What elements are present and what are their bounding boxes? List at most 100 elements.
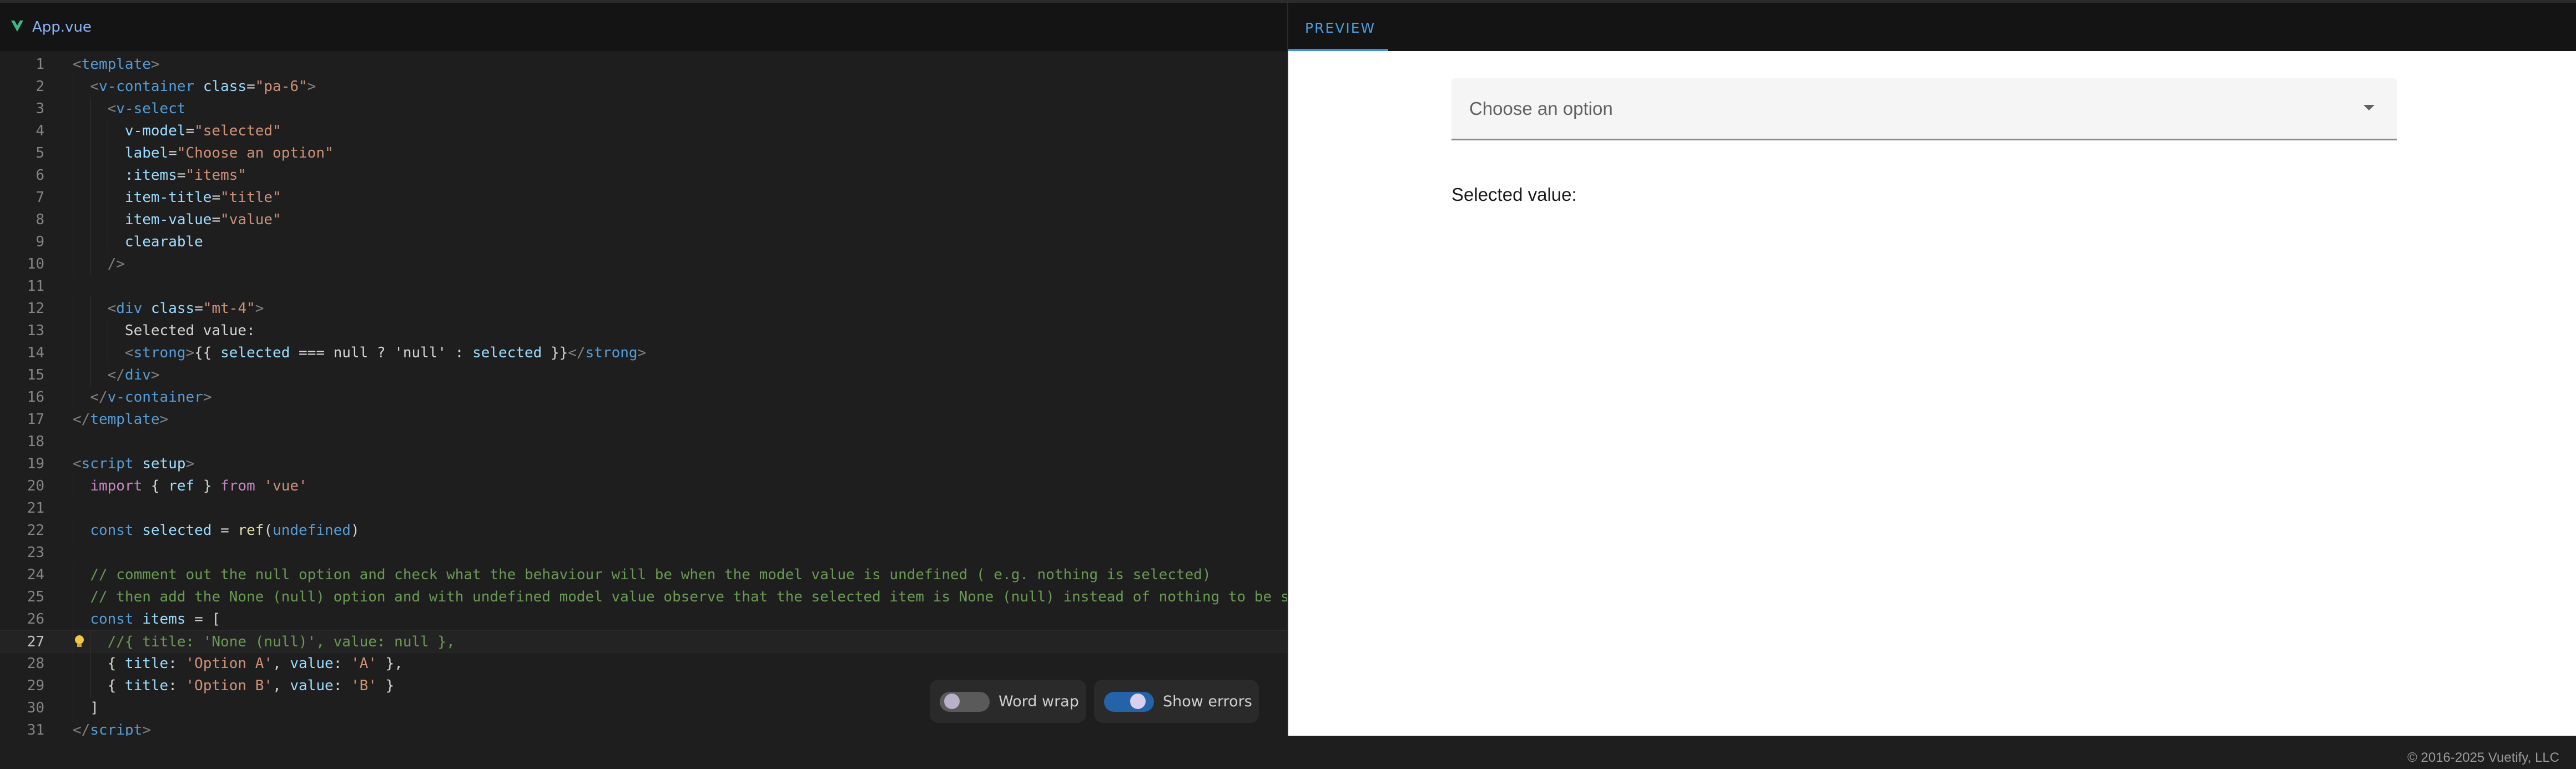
code-line[interactable]: 5 label="Choose an option" <box>0 142 1287 164</box>
line-number: 8 <box>36 211 44 228</box>
word-wrap-toggle[interactable]: Word wrap <box>930 680 1086 723</box>
code-line[interactable]: 8 item-value="value" <box>0 209 1287 231</box>
code-line[interactable]: 11 <box>0 275 1287 297</box>
code-line[interactable]: 10 /> <box>0 253 1287 275</box>
show-errors-toggle[interactable]: Show errors <box>1094 680 1259 723</box>
code-content: <script setup> <box>73 456 195 472</box>
line-number: 16 <box>27 389 44 406</box>
code-content: </v-container> <box>90 389 212 406</box>
code-content: <strong>{{ selected === null ? 'null' : … <box>124 345 647 361</box>
tab-app-vue[interactable]: App.vue <box>0 3 105 51</box>
code-area[interactable]: 1 <template> 2 <v-container class="pa-6"> 3… <box>0 51 1289 738</box>
line-number: 10 <box>27 256 44 272</box>
code-content: import { ref } from 'vue' <box>90 478 307 494</box>
editor-tab-bar: App.vue <box>0 3 1287 51</box>
code-content: clearable <box>124 234 203 250</box>
code-content: const selected = ref(undefined) <box>90 522 360 539</box>
code-line[interactable]: 14 <strong>{{ selected === null ? 'null'… <box>0 342 1287 364</box>
code-content: ] <box>73 700 99 716</box>
line-number: 24 <box>27 566 44 583</box>
code-line[interactable]: 25 // then add the None (null) option an… <box>0 586 1289 608</box>
code-content: // then add the None (null) option and w… <box>90 589 1289 605</box>
code-content: item-title="title" <box>124 189 281 206</box>
line-number: 2 <box>36 78 44 95</box>
line-number: 1 <box>36 56 44 73</box>
selected-value-label: Selected value: <box>1451 184 1577 205</box>
vue-file-icon <box>11 21 23 32</box>
line-number: 6 <box>36 167 44 184</box>
code-line[interactable]: 12 <div class="mt-4"> <box>0 297 1287 320</box>
file-tab-label: App.vue <box>32 19 92 36</box>
code-line[interactable]: 17 </template> <box>0 408 1287 431</box>
code-line[interactable]: 7 item-title="title" <box>0 186 1287 209</box>
word-wrap-label: Word wrap <box>999 693 1079 710</box>
code-line[interactable]: 13 Selected value: <box>0 320 1287 342</box>
code-content: label="Choose an option" <box>124 145 334 161</box>
code-content: // comment out the null option and check… <box>90 566 1211 583</box>
line-number: 17 <box>27 411 44 428</box>
tab-preview[interactable]: PREVIEW <box>1288 3 1388 51</box>
option-select[interactable]: Choose an option <box>1451 78 2397 140</box>
code-line[interactable]: 15 </div> <box>0 364 1287 386</box>
code-line[interactable]: 27 //{ title: 'None (null)', value: null… <box>0 630 1287 653</box>
line-number: 5 <box>36 145 44 161</box>
show-errors-label: Show errors <box>1163 693 1252 710</box>
line-number: 22 <box>27 522 44 539</box>
line-number: 12 <box>27 300 44 317</box>
code-line[interactable]: 16 </v-container> <box>0 386 1287 408</box>
line-number: 21 <box>27 500 44 517</box>
line-number: 9 <box>36 234 44 250</box>
code-content: { title: 'Option B', value: 'B' } <box>73 677 395 694</box>
code-content: item-value="value" <box>124 211 281 228</box>
code-content: :items="items" <box>124 167 247 184</box>
code-line[interactable]: 24 // comment out the null option and ch… <box>0 564 1287 586</box>
preview-tab-bar: PREVIEW <box>1288 3 2576 51</box>
code-line[interactable]: 21 <box>0 497 1287 519</box>
line-number: 25 <box>27 589 44 605</box>
word-wrap-switch-thumb[interactable] <box>944 694 960 709</box>
code-content: { title: 'Option A', value: 'A' }, <box>73 655 403 672</box>
code-line[interactable]: 26 const items = [ <box>0 608 1287 630</box>
code-line[interactable]: 19 <script setup> <box>0 453 1287 475</box>
code-line[interactable]: 22 const selected = ref(undefined) <box>0 519 1287 542</box>
code-content: <v-container class="pa-6"> <box>90 78 316 95</box>
code-line[interactable]: 18 <box>0 431 1287 453</box>
code-content: /> <box>107 256 125 272</box>
line-number: 13 <box>27 322 44 339</box>
code-line[interactable]: 4 v-model="selected" <box>0 120 1287 142</box>
show-errors-switch-track[interactable] <box>1104 692 1154 712</box>
line-number: 27 <box>27 634 44 650</box>
code-content: Selected value: <box>73 322 255 339</box>
code-line[interactable]: 1 <template> <box>0 53 1287 75</box>
code-line[interactable]: 9 clearable <box>0 231 1287 253</box>
line-number: 4 <box>36 123 44 139</box>
code-editor-pane[interactable]: App.vue 1 <template> 2 <v-container class=… <box>0 3 1289 738</box>
line-number: 11 <box>27 278 44 295</box>
chevron-down-icon[interactable] <box>2363 105 2375 110</box>
code-line[interactable]: 2 <v-container class="pa-6"> <box>0 75 1287 98</box>
code-content: <div class="mt-4"> <box>107 300 264 317</box>
code-line[interactable]: 28 { title: 'Option A', value: 'A' }, <box>0 652 1287 675</box>
line-number: 18 <box>27 433 44 450</box>
code-line[interactable]: 3 <v-select <box>0 98 1287 120</box>
code-content: </template> <box>73 411 169 428</box>
line-number: 28 <box>27 655 44 672</box>
line-number: 30 <box>27 700 44 716</box>
code-content: v-model="selected" <box>124 123 281 139</box>
code-content: <v-select <box>107 100 186 117</box>
line-number: 19 <box>27 456 44 472</box>
line-number: 15 <box>27 367 44 383</box>
line-number: 23 <box>27 544 44 561</box>
line-number: 14 <box>27 345 44 361</box>
line-number: 26 <box>27 611 44 628</box>
code-content: const items = [ <box>90 611 221 628</box>
code-line[interactable]: 20 import { ref } from 'vue' <box>0 475 1287 497</box>
code-line[interactable]: 23 <box>0 542 1287 564</box>
show-errors-switch-thumb[interactable] <box>1130 694 1146 709</box>
code-content: <template> <box>73 56 160 73</box>
code-content: </div> <box>107 367 160 383</box>
line-number: 29 <box>27 677 44 694</box>
code-line[interactable]: 6 :items="items" <box>0 164 1287 186</box>
line-number: 3 <box>36 100 44 117</box>
selected-value-text: Selected value: <box>1451 184 1577 205</box>
